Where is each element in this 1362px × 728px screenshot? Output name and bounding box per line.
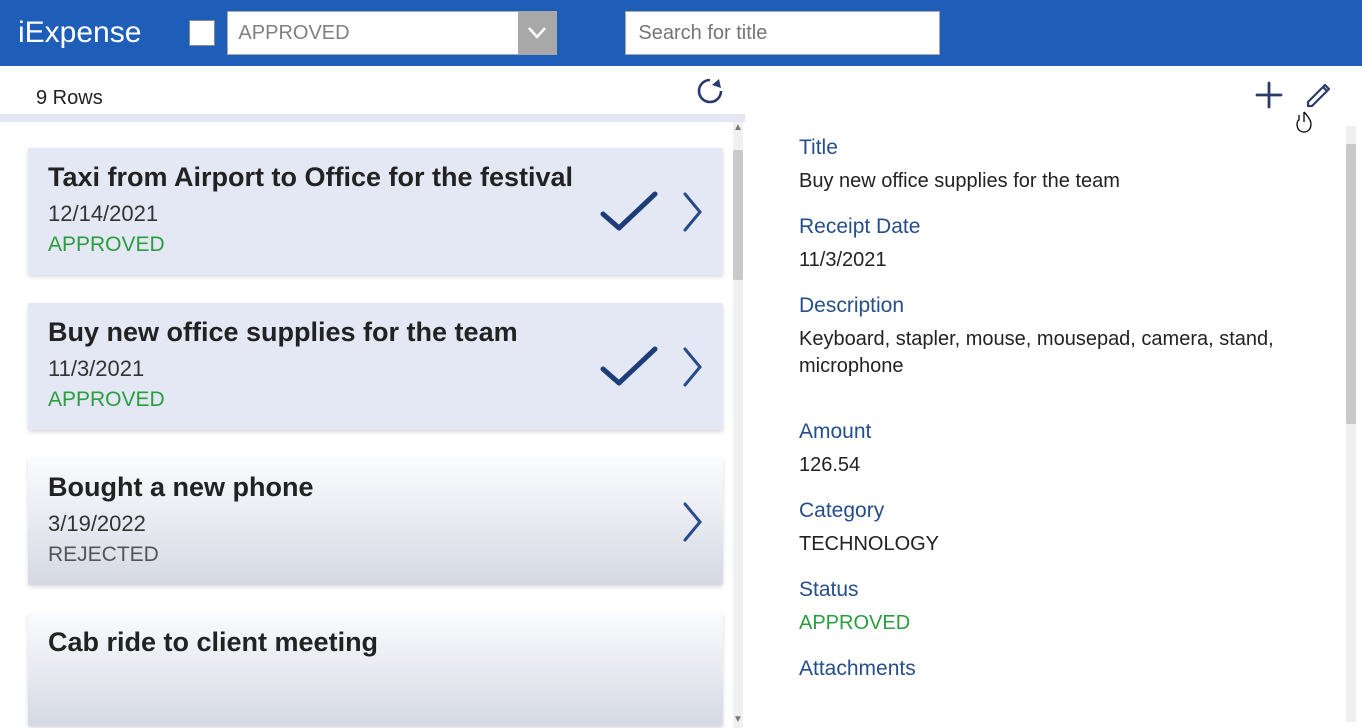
field-label-category: Category	[799, 499, 1294, 523]
edit-button[interactable]	[1304, 80, 1334, 110]
scroll-up-icon[interactable]: ▲	[733, 122, 743, 136]
list-item-status: REJECTED	[48, 543, 703, 567]
chevron-right-icon[interactable]	[683, 192, 703, 232]
chevron-down-icon	[518, 12, 556, 54]
field-label-description: Description	[799, 294, 1294, 318]
refresh-icon	[695, 76, 725, 106]
field-value-description: Keyboard, stapler, mouse, mousepad, came…	[799, 326, 1294, 380]
topbar: iExpense APPROVED	[0, 0, 1362, 66]
list-item-date: 3/19/2022	[48, 511, 703, 537]
list-item-title: Taxi from Airport to Office for the fest…	[48, 162, 703, 193]
list-item[interactable]: Taxi from Airport to Office for the fest…	[28, 148, 723, 275]
list-item-actions	[599, 190, 703, 234]
list-body: Taxi from Airport to Office for the fest…	[0, 122, 745, 728]
field-label-title: Title	[799, 136, 1294, 160]
filter-checkbox[interactable]	[189, 20, 215, 46]
list-item[interactable]: Cab ride to client meeting	[28, 613, 723, 726]
list-item-title: Bought a new phone	[48, 472, 703, 503]
chevron-right-icon[interactable]	[683, 502, 703, 542]
field-value-category: TECHNOLOGY	[799, 531, 1294, 558]
detail-body: Title Buy new office supplies for the te…	[799, 136, 1334, 681]
status-filter-value: APPROVED	[228, 12, 518, 54]
check-icon	[599, 345, 659, 389]
scroll-down-icon[interactable]: ▼	[733, 714, 743, 728]
plus-icon	[1254, 80, 1284, 110]
add-button[interactable]	[1254, 80, 1284, 110]
list-item-status: APPROVED	[48, 233, 703, 257]
field-label-attachments: Attachments	[799, 657, 1294, 681]
list-item[interactable]: Buy new office supplies for the team 11/…	[28, 303, 723, 430]
list-header: 9 Rows	[0, 66, 745, 122]
list-item-actions	[599, 345, 703, 389]
list-item[interactable]: Bought a new phone 3/19/2022 REJECTED	[28, 458, 723, 585]
list-panel: 9 Rows Taxi from Airport to Office for t…	[0, 66, 745, 728]
field-value-receipt-date: 11/3/2021	[799, 247, 1294, 274]
detail-scrollbar[interactable]	[1346, 126, 1356, 722]
list-item-status: APPROVED	[48, 388, 703, 412]
field-value-title: Buy new office supplies for the team	[799, 168, 1294, 195]
field-value-amount: 126.54	[799, 452, 1294, 479]
pencil-icon	[1304, 80, 1334, 110]
list-scrollbar[interactable]: ▲ ▼	[733, 122, 743, 728]
list-item-title: Buy new office supplies for the team	[48, 317, 703, 348]
search-input[interactable]	[625, 11, 940, 55]
app-title: iExpense	[18, 16, 141, 50]
field-value-status: APPROVED	[799, 610, 1294, 637]
status-filter-select[interactable]: APPROVED	[227, 11, 557, 55]
list-item-title: Cab ride to client meeting	[48, 627, 703, 658]
cursor-icon	[1294, 110, 1314, 134]
check-icon	[599, 190, 659, 234]
refresh-button[interactable]	[695, 76, 725, 110]
chevron-right-icon[interactable]	[683, 347, 703, 387]
list-item-actions	[683, 502, 703, 542]
row-count: 9 Rows	[36, 87, 103, 110]
detail-toolbar	[1254, 80, 1334, 110]
detail-panel: Title Buy new office supplies for the te…	[745, 66, 1362, 728]
field-label-receipt-date: Receipt Date	[799, 215, 1294, 239]
field-label-amount: Amount	[799, 420, 1294, 444]
content: 9 Rows Taxi from Airport to Office for t…	[0, 66, 1362, 728]
field-label-status: Status	[799, 578, 1294, 602]
